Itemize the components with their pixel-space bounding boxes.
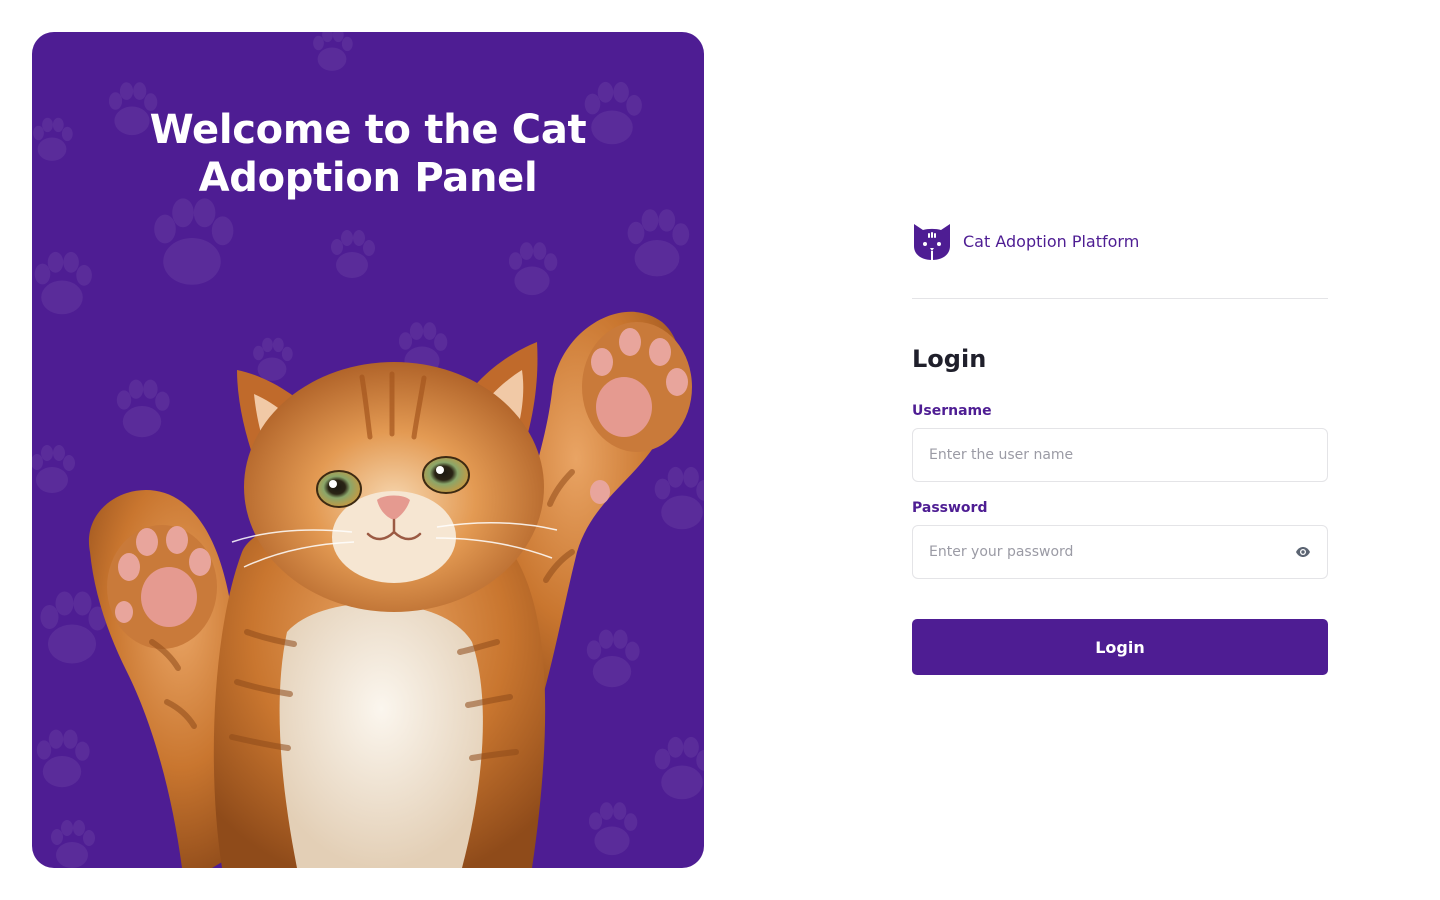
brand-name: Cat Adoption Platform: [963, 231, 1140, 251]
username-label: Username: [912, 403, 992, 419]
brand-header: Cat Adoption Platform: [912, 220, 1328, 262]
cat-face-logo-icon: [914, 224, 950, 260]
login-page: Welcome to the Cat Adoption Panel Cat Ad…: [0, 0, 1440, 900]
eye-icon[interactable]: [1295, 544, 1311, 560]
hero-panel: Welcome to the Cat Adoption Panel: [32, 32, 704, 868]
password-input[interactable]: [913, 526, 1327, 578]
login-column: Cat Adoption Platform Login Username Pas…: [912, 220, 1328, 675]
login-title: Login: [912, 345, 987, 373]
password-field-wrapper: [912, 525, 1328, 579]
username-field-wrapper: [912, 428, 1328, 482]
kitten-illustration: [88, 311, 692, 868]
password-label: Password: [912, 500, 988, 516]
divider: [912, 298, 1328, 299]
login-button[interactable]: Login: [912, 619, 1328, 675]
username-input[interactable]: [913, 429, 1327, 481]
